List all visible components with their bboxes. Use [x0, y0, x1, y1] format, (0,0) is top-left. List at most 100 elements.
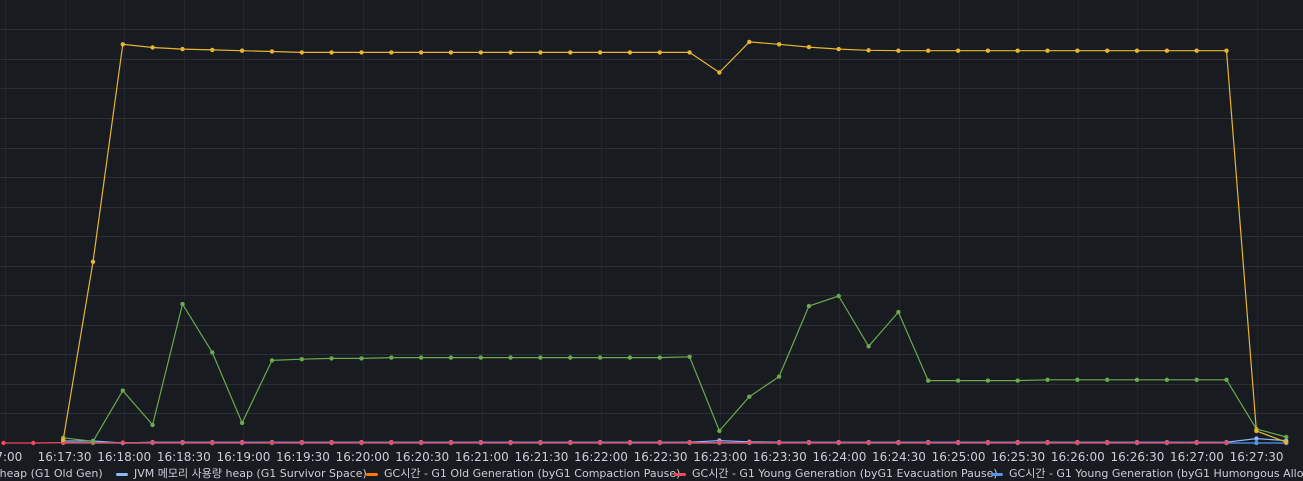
data-point — [926, 440, 931, 445]
data-point — [478, 440, 483, 445]
data-point — [1224, 377, 1229, 382]
data-point — [418, 440, 424, 445]
data-point — [1194, 377, 1199, 382]
legend-item[interactable]: 량 heap (G1 Old Gen) — [0, 467, 103, 480]
x-tick-label: 16:24:30 — [872, 450, 926, 464]
x-tick-label: 16:19:30 — [276, 450, 330, 464]
data-point — [448, 50, 454, 55]
data-point — [627, 440, 633, 445]
data-point — [717, 70, 722, 75]
legend-label: GC시간 - G1 Young Generation (byG1 Evacuat… — [692, 467, 998, 480]
data-point — [597, 50, 603, 55]
data-point — [61, 437, 66, 442]
legend-item[interactable]: GC시간 - G1 Young Generation (byG1 Humongo… — [991, 467, 1303, 480]
data-point — [448, 440, 454, 445]
legend-swatch — [674, 473, 686, 476]
data-point — [1075, 377, 1080, 382]
data-point — [359, 356, 364, 361]
data-point — [299, 440, 304, 445]
legend-item[interactable]: JVM 메모리 사용량 heap (G1 Survivor Space) — [116, 467, 367, 480]
data-point — [717, 428, 722, 434]
time-series-chart: 17:00 16:17:30 16:18:00 16:18:30 16:19:00 16:… — [0, 0, 1303, 480]
data-point — [836, 46, 841, 52]
x-tick-label: 16:27:00 — [1170, 450, 1224, 464]
data-point — [239, 420, 245, 426]
x-tick-label: 16:20:30 — [395, 450, 449, 464]
data-point — [329, 356, 334, 361]
data-point — [269, 440, 275, 445]
data-point — [896, 48, 901, 53]
data-point — [1045, 440, 1050, 445]
legend-label: GC시간 - G1 Old Generation (byG1 Compactio… — [384, 467, 680, 480]
data-point — [866, 440, 871, 445]
data-point — [836, 293, 841, 299]
x-tick-label: 16:25:00 — [932, 450, 986, 464]
data-point — [627, 355, 633, 360]
x-tick-label: 16:27:30 — [1230, 450, 1284, 464]
data-point — [597, 440, 603, 445]
data-point — [955, 440, 961, 445]
data-point — [359, 50, 364, 55]
data-point — [806, 440, 812, 445]
data-point — [866, 344, 871, 349]
legend-item[interactable]: GC시간 - G1 Young Generation (byG1 Evacuat… — [674, 467, 998, 480]
data-point — [180, 46, 185, 52]
data-point — [329, 50, 334, 55]
data-point — [269, 358, 275, 363]
data-point — [955, 48, 961, 53]
legend-label: 량 heap (G1 Old Gen) — [0, 467, 103, 480]
data-point — [1194, 440, 1199, 445]
data-point — [538, 440, 543, 445]
data-point — [597, 355, 603, 360]
grid-lines — [0, 0, 1303, 443]
x-tick-label: 16:22:00 — [574, 450, 628, 464]
data-point — [329, 440, 334, 445]
data-point — [806, 303, 812, 309]
legend-item[interactable]: GC시간 - G1 Old Generation (byG1 Compactio… — [366, 467, 680, 480]
data-point — [747, 394, 752, 399]
x-tick-label: 16:21:00 — [455, 450, 509, 464]
x-tick-label: 16:19:00 — [216, 450, 270, 464]
data-point — [1164, 48, 1170, 53]
data-point — [657, 50, 662, 55]
data-point — [1254, 428, 1259, 434]
data-point — [210, 440, 215, 445]
data-point — [806, 44, 812, 50]
data-point — [389, 355, 394, 360]
data-point — [717, 440, 722, 445]
legend[interactable]: 량 heap (G1 Old Gen) JVM 메모리 사용량 heap (G1 … — [0, 467, 1303, 480]
data-point — [1134, 440, 1140, 445]
data-point — [687, 354, 692, 359]
data-point — [31, 440, 36, 446]
data-point — [538, 355, 543, 360]
data-point — [568, 355, 573, 360]
data-point — [866, 48, 871, 53]
data-point — [210, 350, 215, 355]
x-axis: 17:00 16:17:30 16:18:00 16:18:30 16:19:00 16:… — [0, 450, 1284, 464]
data-point — [508, 440, 513, 445]
data-point — [776, 42, 782, 47]
data-point — [1164, 377, 1170, 382]
x-tick-label: 16:23:00 — [693, 450, 747, 464]
data-point — [478, 355, 483, 360]
data-point — [1105, 440, 1110, 445]
data-point — [985, 440, 991, 445]
data-point — [1105, 377, 1110, 382]
data-point — [1075, 440, 1080, 445]
data-point — [568, 440, 573, 445]
x-tick-label: 16:21:30 — [514, 450, 568, 464]
x-tick-label: 16:25:30 — [991, 450, 1045, 464]
data-point — [1045, 377, 1050, 382]
data-point — [687, 50, 692, 55]
data-point — [180, 301, 185, 307]
data-point — [568, 50, 573, 55]
data-point — [657, 440, 662, 445]
data-point — [926, 378, 931, 383]
data-point — [1, 440, 6, 446]
data-point — [1224, 440, 1229, 445]
data-point — [926, 48, 931, 53]
data-point — [478, 50, 483, 55]
x-tick-label: 16:18:00 — [97, 450, 151, 464]
data-point — [90, 439, 96, 444]
x-tick-label: 16:18:30 — [157, 450, 211, 464]
